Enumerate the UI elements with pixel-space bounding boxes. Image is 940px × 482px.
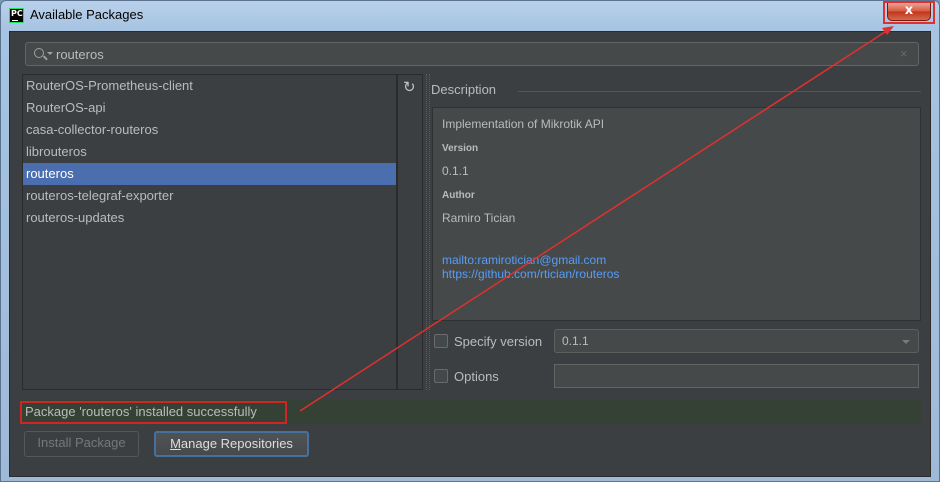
search-input[interactable]: [56, 46, 886, 62]
list-item-casa-collector-routeros[interactable]: casa-collector-routeros: [23, 119, 396, 141]
email-link[interactable]: mailto:ramirotician@gmail.com: [442, 253, 606, 267]
package-summary: Implementation of Mikrotik API: [442, 117, 605, 131]
pycharm-logo-icon: PC: [9, 8, 24, 23]
specify-version-checkbox[interactable]: [434, 334, 448, 348]
install-package-button[interactable]: Install Package: [24, 431, 139, 457]
search-icon: [34, 48, 44, 58]
description-separator: [518, 91, 921, 92]
dialog-window: PC Available Packages x × RouterOS-Prome…: [0, 0, 940, 482]
refresh-icon[interactable]: ↻: [403, 80, 417, 95]
chevron-down-icon: [902, 340, 910, 344]
specify-version-label: Specify version: [454, 334, 543, 349]
description-heading: Description: [431, 82, 497, 97]
repository-link[interactable]: https://github.com/rtician/routeros: [442, 267, 619, 281]
description-panel: Implementation of Mikrotik API Version 0…: [432, 107, 921, 321]
list-item-routeros-api[interactable]: RouterOS-api: [23, 97, 396, 119]
manage-label-rest: anage Repositories: [180, 436, 293, 451]
author-label: Author: [442, 190, 475, 201]
author-value: Ramiro Tician: [442, 211, 516, 225]
clear-search-icon[interactable]: ×: [900, 46, 908, 61]
close-button-highlight: [883, 1, 935, 24]
title-bar[interactable]: PC Available Packages x: [1, 1, 939, 31]
options-checkbox[interactable]: [434, 369, 448, 383]
status-message: Package 'routeros' installed successfull…: [25, 404, 257, 419]
search-field[interactable]: ×: [25, 42, 919, 66]
package-list[interactable]: RouterOS-Prometheus-client RouterOS-api …: [22, 74, 397, 390]
options-input[interactable]: [554, 364, 919, 388]
list-item-routeros-telegraf-exporter[interactable]: routeros-telegraf-exporter: [23, 185, 396, 207]
manage-repositories-button[interactable]: Manage Repositories: [154, 431, 309, 457]
search-history-dropdown-icon[interactable]: [47, 52, 53, 55]
panel-splitter[interactable]: [426, 74, 430, 390]
version-value: 0.1.1: [442, 164, 469, 178]
version-select[interactable]: 0.1.1: [554, 329, 919, 353]
list-item-routeros-prometheus-client[interactable]: RouterOS-Prometheus-client: [23, 75, 396, 97]
options-label: Options: [454, 369, 499, 384]
window-title: Available Packages: [30, 7, 144, 22]
list-toolbar: ↻: [397, 74, 423, 390]
manage-mnemonic: M: [170, 436, 181, 451]
version-label: Version: [442, 143, 479, 154]
list-item-routeros-updates[interactable]: routeros-updates: [23, 207, 396, 229]
list-item-librouteros[interactable]: librouteros: [23, 141, 396, 163]
list-item-routeros[interactable]: routeros: [23, 163, 396, 185]
version-select-value: 0.1.1: [562, 334, 589, 348]
dialog-content: × RouterOS-Prometheus-client RouterOS-ap…: [9, 31, 931, 477]
